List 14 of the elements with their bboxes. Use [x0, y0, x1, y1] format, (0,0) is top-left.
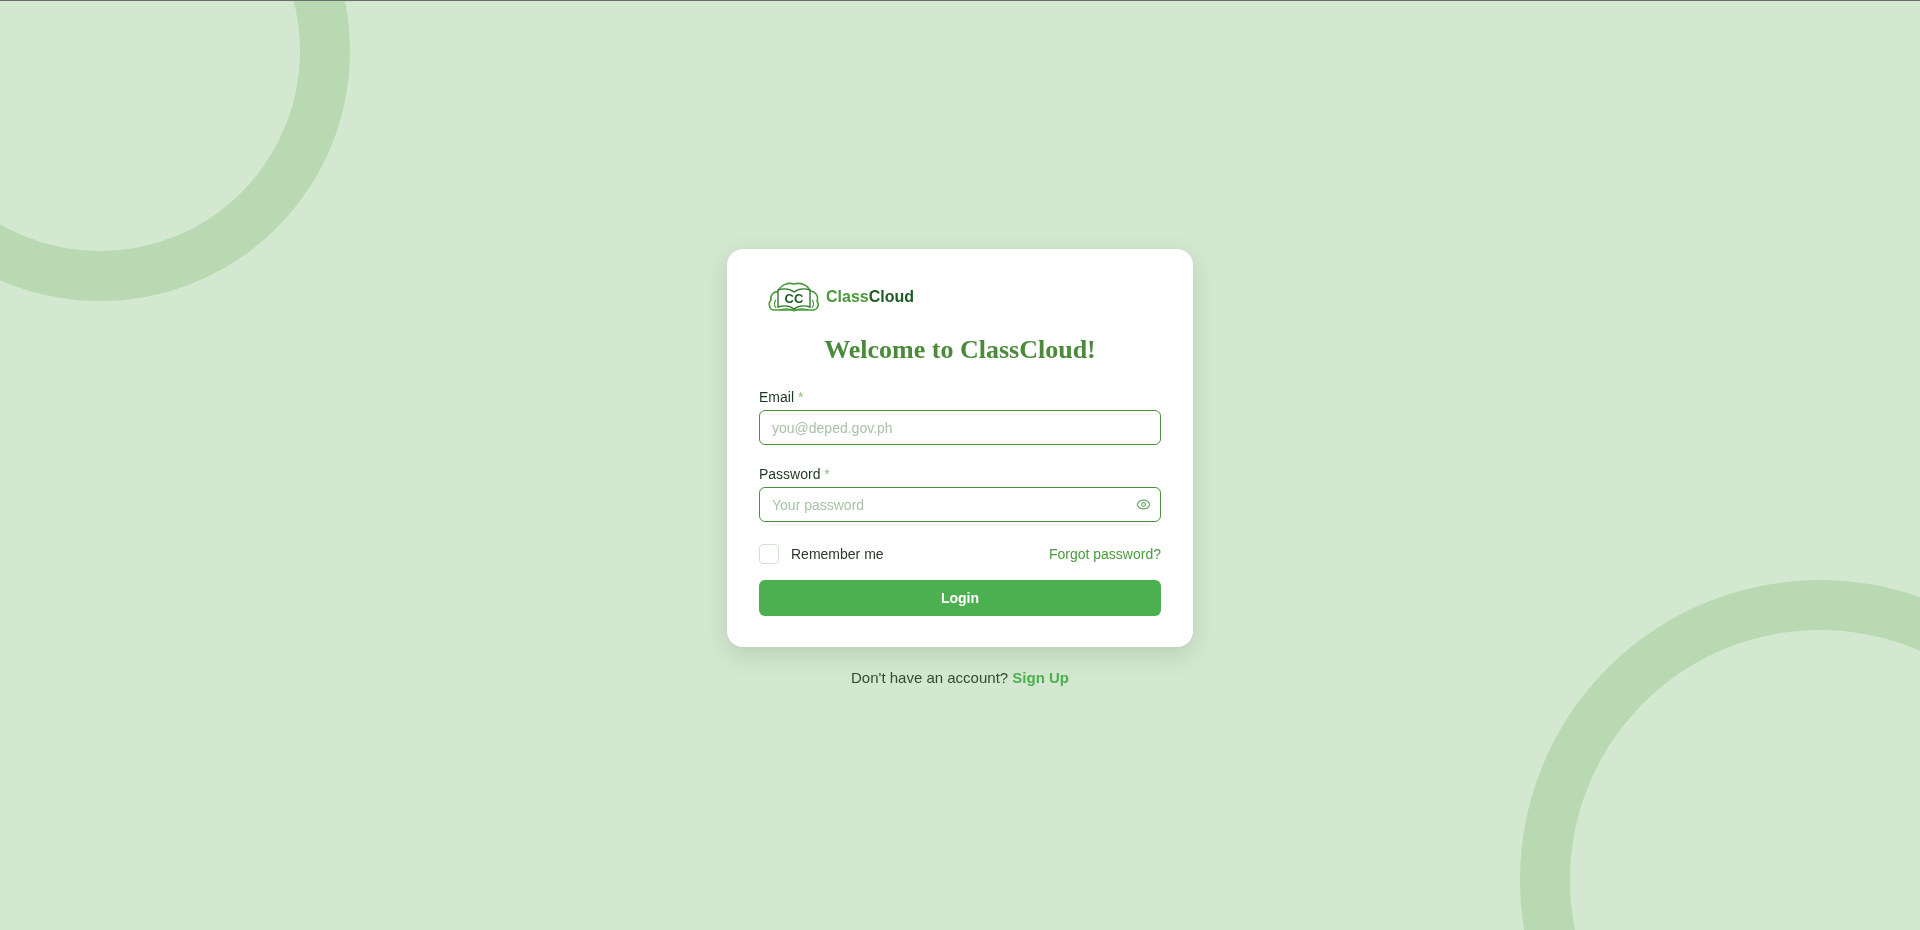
signup-prompt: Don't have an account? Sign Up — [851, 668, 1069, 689]
email-field[interactable]: you@deped.gov.ph — [759, 410, 1161, 446]
sign-up-link[interactable]: Sign Up — [1012, 669, 1069, 687]
login-button[interactable]: Login — [759, 580, 1161, 617]
welcome-title: Welcome to ClassCloud! — [824, 335, 1096, 366]
cloud-book-logo: CC — [768, 281, 820, 314]
remember-label: Remember me — [791, 544, 884, 564]
password-field[interactable]: Your password — [759, 487, 1161, 523]
eye-icon[interactable] — [1136, 497, 1151, 513]
brand-name: ClassCloud — [826, 287, 915, 308]
remember-checkbox[interactable] — [759, 544, 779, 565]
field-label: Password * — [759, 465, 830, 485]
forgot-password-link[interactable]: Forgot password? — [1048, 543, 1161, 565]
field-label: Email * — [759, 388, 804, 408]
